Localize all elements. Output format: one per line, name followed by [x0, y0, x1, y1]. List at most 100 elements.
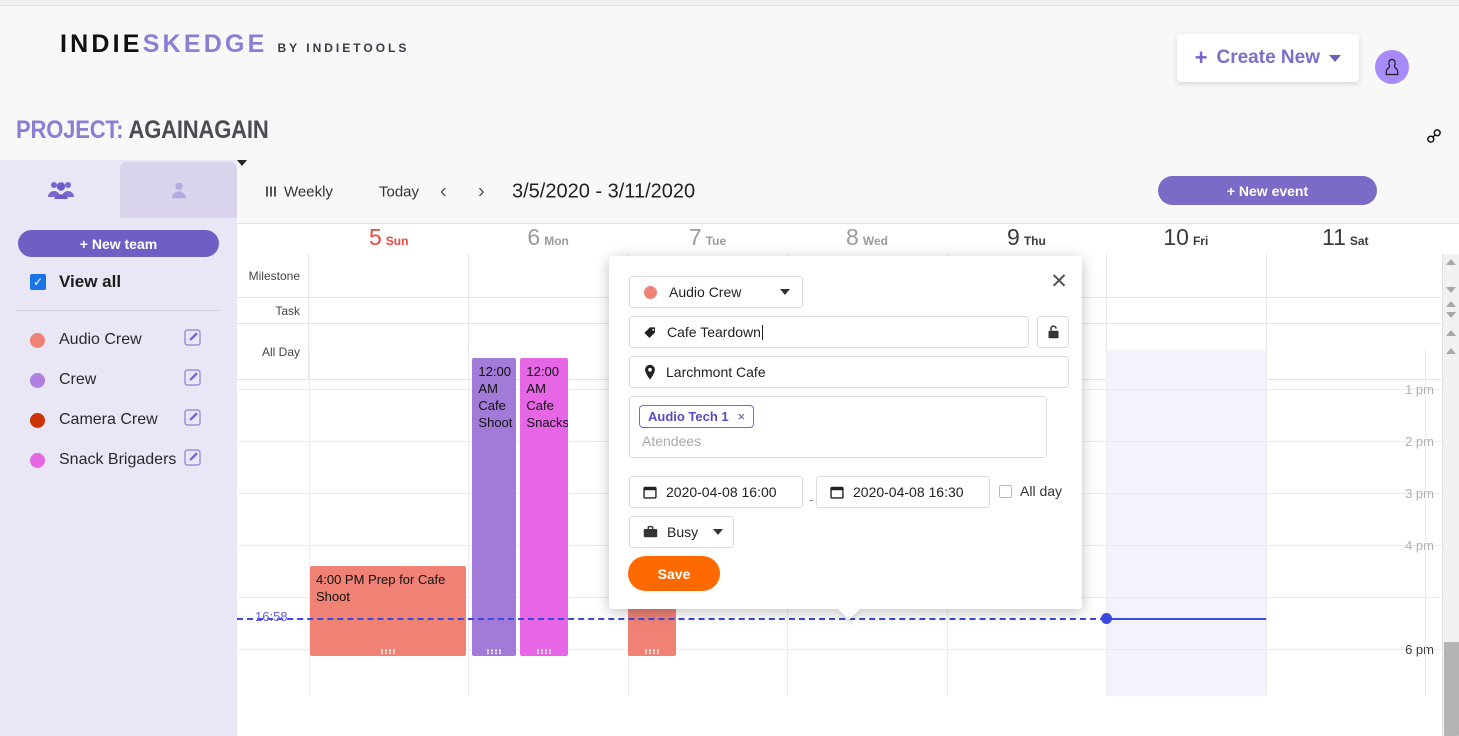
day-number: 7	[688, 224, 702, 250]
team-name-label: Crew	[59, 371, 97, 388]
day-name: Sat	[1349, 234, 1369, 248]
calendar-toolbar: Weekly Today ‹ › 3/5/2020 - 3/11/2020 + …	[237, 160, 1459, 224]
event-title-value: Cafe Teardown	[667, 324, 761, 340]
remove-attendee-icon[interactable]: ×	[738, 409, 746, 424]
edit-team-icon[interactable]	[183, 328, 202, 352]
timegrid-scroll-thumb[interactable]	[1444, 642, 1459, 736]
day-header-thu[interactable]: 9 Thu	[947, 224, 1106, 254]
close-icon[interactable]: ✕	[1045, 267, 1073, 295]
user-avatar-icon	[1385, 58, 1399, 76]
team-row[interactable]: Crew	[0, 360, 237, 400]
day-header-tue[interactable]: 7 Tue	[628, 224, 787, 254]
day-number: 6	[527, 224, 541, 250]
today-button[interactable]: Today	[379, 183, 419, 200]
day-name: Tue	[705, 234, 727, 248]
team-name-label: Audio Crew	[59, 331, 142, 348]
view-selector-label: Weekly	[284, 183, 333, 200]
sidebar-divider	[16, 310, 221, 311]
scroll-up-arrow-icon[interactable]	[1446, 301, 1456, 307]
team-row[interactable]: Audio Crew	[0, 320, 237, 360]
day-header-mon[interactable]: 6 Mon	[468, 224, 627, 254]
chain-link-icon[interactable]	[1423, 125, 1445, 152]
calendar-event-cafe-shoot-mon[interactable]: 12:00 AM Cafe Shoot	[472, 358, 517, 656]
view-all-checkbox-row[interactable]: ✓ View all	[30, 272, 121, 292]
edit-team-icon[interactable]	[183, 448, 202, 472]
all-day-checkbox[interactable]	[999, 484, 1012, 498]
day-header-sat[interactable]: 11 Sat	[1266, 224, 1425, 254]
view-selector-chevron-down-icon[interactable]	[237, 160, 247, 166]
attendees-field[interactable]: Audio Tech 1 × Atendees	[629, 396, 1047, 458]
all-day-checkbox-row[interactable]: All day	[999, 483, 1062, 499]
scroll-down-arrow-icon[interactable]	[1446, 312, 1456, 318]
availability-select[interactable]: Busy	[629, 516, 734, 548]
page-title-prefix: PROJECT:	[16, 116, 129, 144]
sidebar-item-person[interactable]	[120, 162, 237, 218]
section-gutter: Milestone	[237, 254, 309, 297]
new-team-button[interactable]: + New team	[18, 230, 219, 257]
calendar-event-prep-cafe-shoot[interactable]: 4:00 PM Prep for Cafe Shoot	[310, 566, 467, 656]
prev-period-button[interactable]: ‹	[440, 180, 447, 203]
column-divider	[1265, 350, 1267, 696]
day-number: 8	[846, 224, 859, 250]
event-resize-handle[interactable]	[536, 649, 553, 654]
view-all-checkbox[interactable]: ✓	[30, 274, 46, 290]
event-resize-handle[interactable]	[380, 649, 397, 654]
hour-row[interactable]: 6 pm	[237, 642, 1442, 696]
day-header-row: 5 Sun 6 Mon 7 Tue 8 Wed 9 Thu 10 Fri 11 Sat	[237, 224, 1442, 254]
scroll-up-arrow-icon[interactable]	[1446, 330, 1456, 336]
edit-team-icon[interactable]	[183, 368, 202, 392]
hour-label: 6 pm	[1405, 642, 1434, 657]
hour-label: 1 pm	[1405, 382, 1434, 397]
attendee-chip[interactable]: Audio Tech 1 ×	[639, 405, 755, 428]
event-title-field[interactable]: Cafe Teardown	[629, 316, 1029, 348]
day-number: 9	[1007, 224, 1020, 250]
day-name: Thu	[1023, 234, 1046, 248]
sidebar-item-teams[interactable]	[2, 162, 119, 218]
scroll-down-arrow-icon[interactable]	[1446, 287, 1456, 293]
scroll-up-arrow-icon[interactable]	[1446, 348, 1456, 354]
timegrid-scrollbar[interactable]	[1442, 342, 1459, 736]
day-header-wed[interactable]: 8 Wed	[787, 224, 946, 254]
sidebar: + New team ✓ View all Audio Crew Crew Came…	[0, 160, 237, 736]
start-date-value: 2020-04-08 16:00	[666, 484, 777, 500]
day-name: Mon	[544, 234, 569, 248]
event-resize-handle[interactable]	[643, 649, 660, 654]
section-scrollbar-milestone[interactable]	[1442, 254, 1459, 298]
lock-toggle-button[interactable]	[1037, 316, 1069, 348]
day-header-fri[interactable]: 10 Fri	[1106, 224, 1265, 254]
plus-icon: +	[1194, 45, 1208, 70]
event-resize-handle[interactable]	[486, 649, 503, 654]
single-person-icon	[171, 182, 186, 199]
team-select[interactable]: Audio Crew	[629, 276, 803, 308]
avatar[interactable]	[1375, 50, 1409, 84]
event-location-field[interactable]: Larchmont Cafe	[629, 356, 1069, 388]
end-date-field[interactable]: 2020-04-08 16:30	[816, 476, 990, 508]
day-header-sun[interactable]: 5 Sun	[309, 224, 468, 254]
chevron-down-icon	[780, 289, 790, 295]
scroll-up-arrow-icon[interactable]	[1446, 259, 1456, 265]
new-event-button[interactable]: + New event	[1158, 176, 1377, 205]
tag-icon	[643, 325, 658, 340]
calendar-event-cafe-snacks-mon[interactable]: 12:00 AM Cafe Snacks	[520, 358, 569, 656]
briefcase-icon	[643, 525, 658, 539]
current-time-line-dashed	[237, 618, 1107, 620]
team-row[interactable]: Camera Crew	[0, 400, 237, 440]
view-list-icon	[266, 186, 276, 197]
attendee-chip-label: Audio Tech 1	[648, 409, 729, 424]
sidebar-tabs	[0, 160, 237, 218]
column-divider	[1106, 254, 1108, 297]
start-date-field[interactable]: 2020-04-08 16:00	[629, 476, 803, 508]
view-selector[interactable]: Weekly	[266, 183, 333, 200]
save-button[interactable]: Save	[628, 556, 720, 591]
current-time-label: 16:58	[255, 609, 288, 624]
create-new-button[interactable]: + Create New	[1176, 34, 1359, 82]
popup-tail	[838, 609, 860, 620]
team-row[interactable]: Snack Brigaders	[0, 440, 237, 480]
view-all-label: View all	[59, 272, 122, 291]
team-color-dot	[30, 372, 45, 388]
column-divider	[1265, 254, 1267, 297]
edit-team-icon[interactable]	[183, 408, 202, 432]
all-day-label: All day	[1020, 483, 1063, 499]
next-period-button[interactable]: ›	[478, 180, 485, 203]
column-divider	[1265, 298, 1267, 323]
